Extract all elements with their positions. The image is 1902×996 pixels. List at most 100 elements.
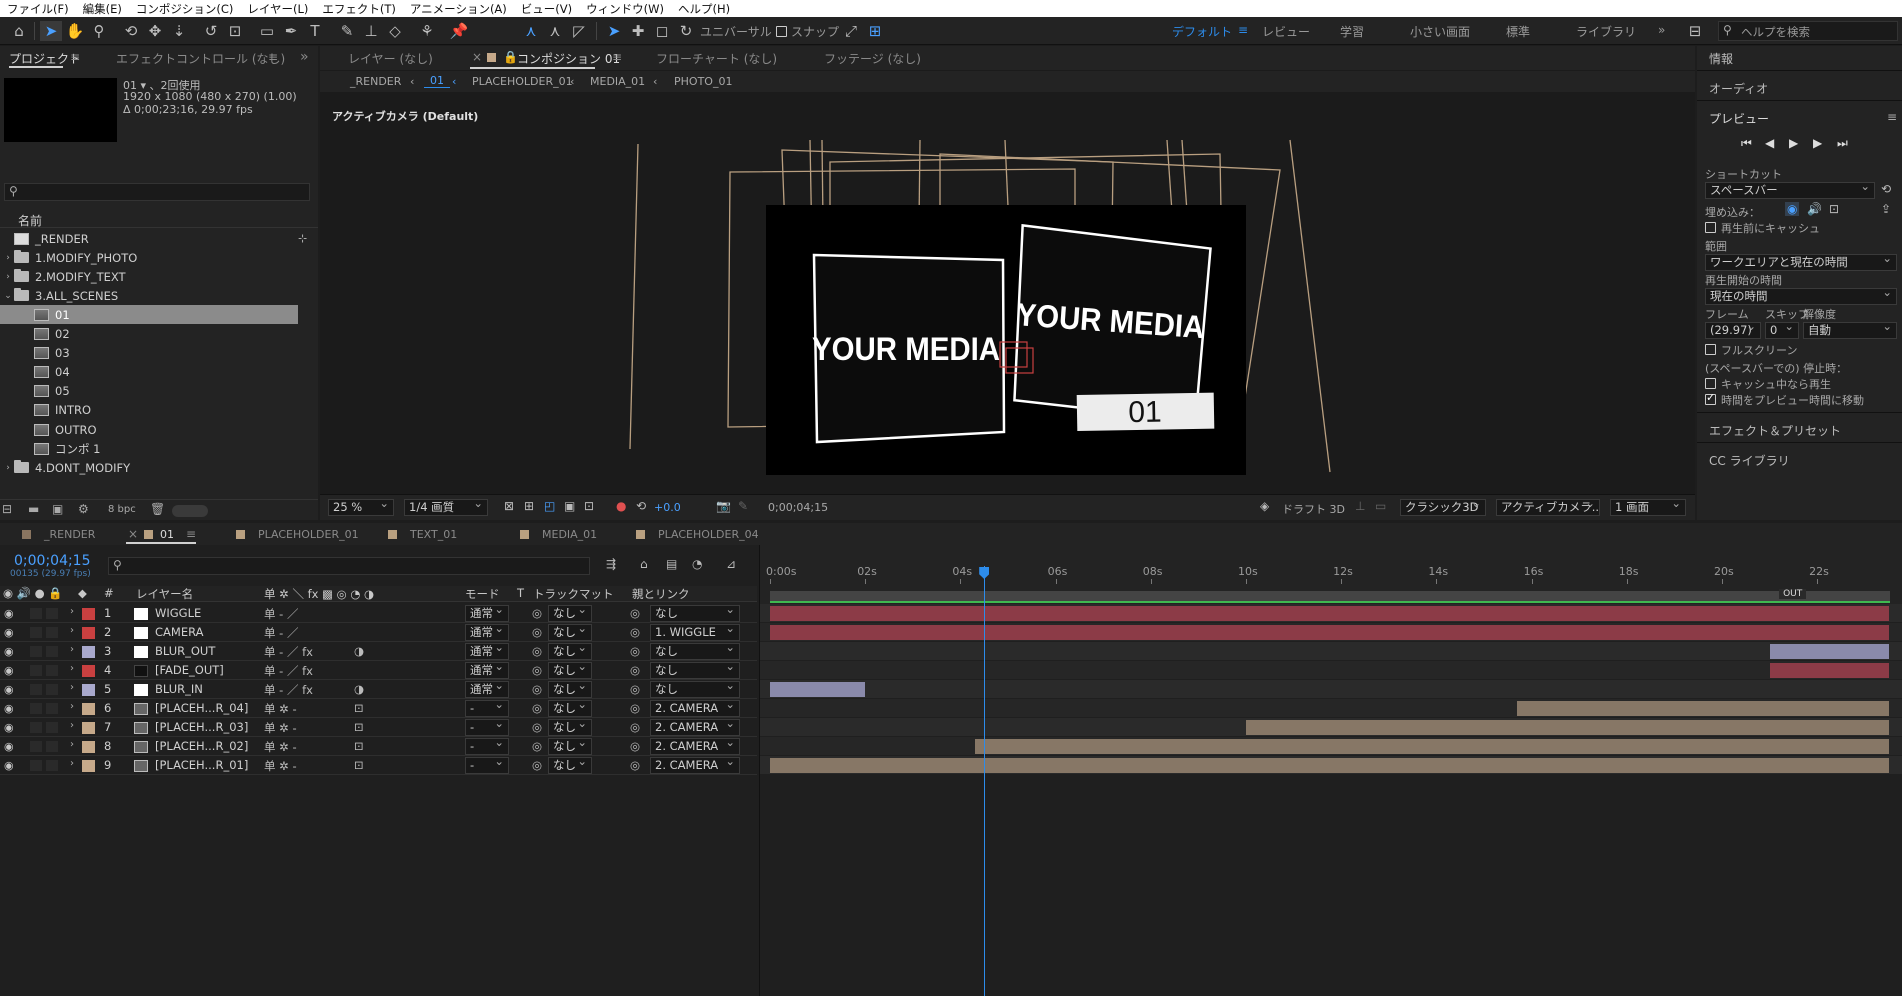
puppet-pin-icon[interactable]: 📌 xyxy=(448,21,470,41)
parent-dropdown[interactable]: 2. CAMERA xyxy=(650,719,740,736)
frame-rate-dropdown[interactable]: (29.97) xyxy=(1705,322,1761,339)
last-frame-icon[interactable]: ⏭ xyxy=(1837,136,1848,151)
timeline-tab[interactable]: _RENDER xyxy=(44,528,95,541)
mask-visibility-icon[interactable]: ◰ xyxy=(544,499,555,513)
layer-name[interactable]: [FADE_OUT] xyxy=(155,663,224,677)
menu-item-6[interactable]: ビュー(V) xyxy=(514,1,579,17)
label-color-swatch[interactable] xyxy=(82,665,95,677)
audio-switch[interactable] xyxy=(30,608,42,619)
new-comp-icon[interactable]: ▣ xyxy=(52,502,63,516)
project-item[interactable]: OUTRO xyxy=(0,420,298,439)
track-matte-dropdown[interactable]: なし xyxy=(548,700,592,717)
menu-item-4[interactable]: エフェクト(T) xyxy=(315,1,403,17)
solo-switch[interactable] xyxy=(46,722,58,733)
workspace-libraries[interactable]: ライブラリ xyxy=(1576,23,1636,40)
expand-icon[interactable]: › xyxy=(70,663,74,674)
region-of-interest-icon[interactable]: ▣ xyxy=(564,499,575,513)
blend-mode-dropdown[interactable]: - xyxy=(465,719,509,736)
layer-row[interactable]: ◉ › 9 [PLACEH...R_01] 单 ✲ ‐ ⊡ - ◎ なし ◎ 2. CAMERA xyxy=(0,756,757,775)
workspace-review[interactable]: レビュー xyxy=(1262,23,1310,40)
layer-name[interactable]: CAMERA xyxy=(155,625,203,639)
scale-3d-icon[interactable]: ◻ xyxy=(651,21,673,41)
roto-brush-icon[interactable]: ⚘ xyxy=(416,21,438,41)
label-color-swatch[interactable] xyxy=(82,722,95,734)
camera-view-dropdown[interactable]: アクティブカメラ... xyxy=(1496,499,1600,516)
brush-tool-icon[interactable]: ✎ xyxy=(336,21,358,41)
layer-3d-icon[interactable]: ◑ xyxy=(354,644,364,658)
eye-icon[interactable]: ◉ xyxy=(4,740,14,753)
label-color-swatch[interactable] xyxy=(82,703,95,715)
resolution-dropdown[interactable]: 1/4 画質 xyxy=(404,499,488,516)
blend-mode-dropdown[interactable]: 通常 xyxy=(465,643,509,660)
close-icon[interactable]: × xyxy=(128,527,138,541)
close-icon[interactable]: × xyxy=(472,50,482,64)
cache-before-checkbox[interactable] xyxy=(1705,222,1716,233)
parent-pickwhip-icon[interactable]: ◎ xyxy=(630,701,640,715)
graph-editor-icon[interactable]: ⊿ xyxy=(726,557,736,571)
menu-item-0[interactable]: ファイル(F) xyxy=(0,1,76,17)
preview-resolution-dropdown[interactable]: 自動 xyxy=(1803,322,1897,339)
thumbnail-slider[interactable] xyxy=(172,505,208,517)
tab-flowchart[interactable]: フローチャート (なし) xyxy=(656,50,777,67)
snap-grid-icon[interactable]: ⊞ xyxy=(864,21,886,41)
parent-pickwhip-icon[interactable]: ◎ xyxy=(630,739,640,753)
project-item[interactable]: › 2.MODIFY_TEXT xyxy=(0,267,298,286)
label-color-swatch[interactable] xyxy=(82,684,95,696)
layer-duration-bar[interactable] xyxy=(770,625,1889,640)
layer-duration-bar[interactable] xyxy=(770,682,866,697)
layer-duration-bar[interactable] xyxy=(770,606,1889,621)
solo-switch[interactable] xyxy=(46,703,58,714)
solo-switch[interactable] xyxy=(46,760,58,771)
workspace-learn[interactable]: 学習 xyxy=(1340,23,1364,40)
project-item[interactable]: 01 xyxy=(0,305,298,325)
frame-blend-icon[interactable]: ▤ xyxy=(666,557,677,571)
expand-icon[interactable]: › xyxy=(70,720,74,731)
layer-search-input[interactable]: ⚲ xyxy=(108,557,590,575)
interpret-footage-icon[interactable]: ⊟ xyxy=(2,502,12,516)
workspace-panel-icon[interactable]: ⊟ xyxy=(1684,21,1706,41)
layer-switches-icon[interactable]: 单 ✲ ‐ xyxy=(264,758,297,774)
menu-item-2[interactable]: コンポジション(C) xyxy=(129,1,241,17)
blend-mode-dropdown[interactable]: 通常 xyxy=(465,681,509,698)
parent-pickwhip-icon[interactable]: ◎ xyxy=(630,606,640,620)
axis-local-icon[interactable]: ⋏ xyxy=(520,21,542,41)
rotate-tool-icon[interactable]: ↺ xyxy=(200,21,222,41)
menu-item-8[interactable]: ヘルプ(H) xyxy=(671,1,737,17)
matte-pickwhip-icon[interactable]: ◎ xyxy=(532,720,542,734)
pen-tool-icon[interactable]: ✒ xyxy=(280,21,302,41)
layer-name[interactable]: [PLACEH...R_04] xyxy=(155,701,248,715)
audio-switch[interactable] xyxy=(30,722,42,733)
layer-3d-icon[interactable]: ⊡ xyxy=(354,739,364,753)
label-color-swatch[interactable] xyxy=(82,741,95,753)
layer-switches-icon[interactable]: 单 ‐ ／ fx xyxy=(264,644,313,660)
parent-pickwhip-icon[interactable]: ◎ xyxy=(630,720,640,734)
timeline-tab[interactable]: MEDIA_01 xyxy=(542,528,597,541)
layer-row[interactable]: ◉ › 7 [PLACEH...R_03] 单 ✲ ‐ ⊡ - ◎ なし ◎ 2. CAMERA xyxy=(0,718,757,737)
layer-name[interactable]: BLUR_IN xyxy=(155,682,203,696)
track-matte-dropdown[interactable]: なし xyxy=(548,624,592,641)
help-search[interactable]: ⚲ ヘルプを検索 xyxy=(1718,21,1898,41)
solo-switch[interactable] xyxy=(46,741,58,752)
column-name[interactable]: 名前 xyxy=(18,212,42,229)
skip-dropdown[interactable]: 0 xyxy=(1765,322,1799,339)
matte-pickwhip-icon[interactable]: ◎ xyxy=(532,606,542,620)
video-toggle-icon[interactable]: ◉ xyxy=(1785,202,1800,216)
panel-more-icon[interactable]: » xyxy=(300,49,309,65)
menu-item-7[interactable]: ウィンドウ(W) xyxy=(579,1,671,17)
layer-duration-bar[interactable] xyxy=(1769,644,1889,659)
fullscreen-checkbox[interactable] xyxy=(1705,344,1716,355)
pointer-3d-icon[interactable]: ➤ xyxy=(603,21,625,41)
work-area-bar[interactable] xyxy=(770,591,1890,601)
eraser-tool-icon[interactable]: ◇ xyxy=(384,21,406,41)
parent-dropdown[interactable]: なし xyxy=(650,605,740,622)
expand-icon[interactable]: › xyxy=(70,682,74,693)
track-area[interactable] xyxy=(760,604,1902,996)
layer-duration-bar[interactable] xyxy=(770,758,1889,773)
text-tool-icon[interactable]: T xyxy=(304,21,326,41)
eye-icon[interactable]: ◉ xyxy=(4,721,14,734)
time-ruler[interactable]: 0:00s 02s 04s 06s 08s 10s 12s 14s 16s 18s 20s 22s OU… xyxy=(760,545,1902,605)
matte-pickwhip-icon[interactable]: ◎ xyxy=(532,644,542,658)
timeline-tab[interactable]: PLACEHOLDER_04 xyxy=(658,528,759,541)
blend-mode-dropdown[interactable]: 通常 xyxy=(465,624,509,641)
parent-dropdown[interactable]: 2. CAMERA xyxy=(650,738,740,755)
